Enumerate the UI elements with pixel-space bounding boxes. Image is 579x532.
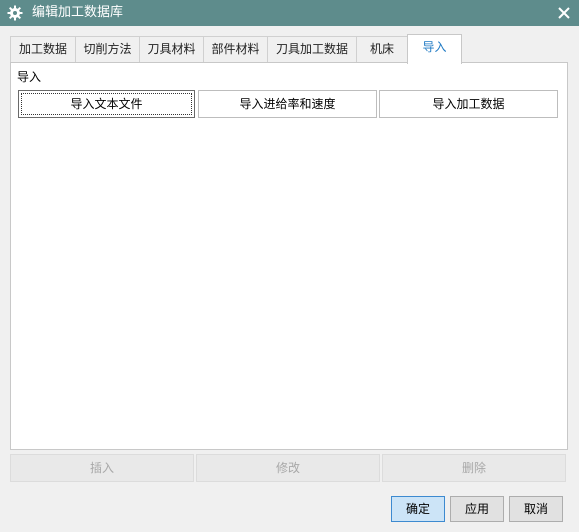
close-icon[interactable] [557, 6, 571, 20]
dialog-body: 加工数据 切削方法 刀具材料 部件材料 刀具加工数据 机床 导入 导入 导入文本… [0, 26, 579, 532]
tab-tool-machining-data[interactable]: 刀具加工数据 [267, 36, 357, 63]
import-text-file-button[interactable]: 导入文本文件 [18, 90, 195, 118]
import-feeds-speeds-button[interactable]: 导入进给率和速度 [198, 90, 377, 118]
window-title: 编辑加工数据库 [32, 5, 124, 20]
tab-cut-methods[interactable]: 切削方法 [75, 36, 140, 63]
tab-machining-data[interactable]: 加工数据 [10, 36, 76, 63]
tab-tool-materials[interactable]: 刀具材料 [139, 36, 204, 63]
insert-button[interactable]: 插入 [10, 454, 194, 482]
cancel-button[interactable]: 取消 [509, 496, 563, 522]
tab-import[interactable]: 导入 [407, 34, 462, 64]
tab-part-materials[interactable]: 部件材料 [203, 36, 268, 63]
import-machining-data-button[interactable]: 导入加工数据 [379, 90, 558, 118]
apply-button[interactable]: 应用 [450, 496, 504, 522]
import-panel: 导入 导入文本文件 导入进给率和速度 导入加工数据 [10, 62, 568, 450]
tab-machine[interactable]: 机床 [356, 36, 408, 63]
import-text-file-label: 导入文本文件 [70, 97, 143, 111]
gear-icon [7, 5, 23, 21]
modify-button[interactable]: 修改 [196, 454, 380, 482]
import-section-label: 导入 [17, 70, 42, 84]
delete-button[interactable]: 删除 [382, 454, 566, 482]
title-bar: 编辑加工数据库 [0, 0, 579, 26]
ok-button[interactable]: 确定 [391, 496, 445, 522]
